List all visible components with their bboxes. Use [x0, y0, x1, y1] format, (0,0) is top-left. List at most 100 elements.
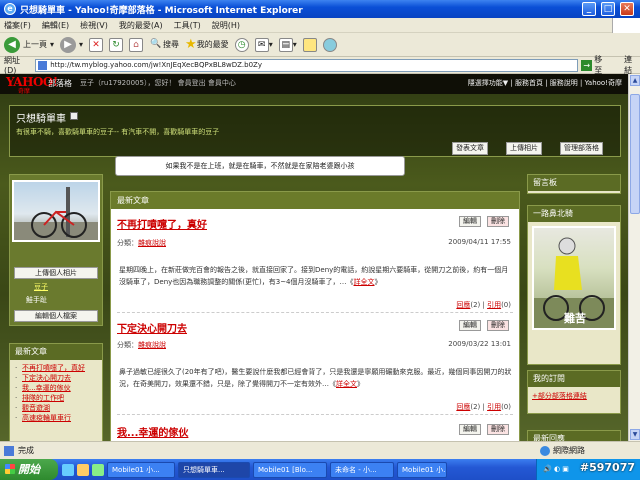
latest-article-link[interactable]: 不再打噴嚏了，真好 — [10, 363, 102, 373]
edit-article-button[interactable]: 編輯 — [459, 424, 481, 435]
blog-tagline: 如果我不是在上班，就是在騎車，不然就是在家陪老婆跟小孩 — [115, 156, 405, 176]
article-title[interactable]: 不再打噴嚏了，真好 — [117, 216, 207, 231]
yahoo-nav[interactable]: 隱選擇功能▼ | 服務首頁 | 服務說明 | Yahoo!奇摩 — [468, 78, 622, 88]
links-button[interactable]: 連結 — [624, 54, 640, 76]
address-input[interactable]: http://tw.myblog.yahoo.com/jw!XnJEqXecBQ… — [35, 58, 579, 72]
go-button[interactable]: → 移至 — [581, 54, 610, 76]
trip-photo[interactable]: 難苦 — [532, 226, 616, 330]
refresh-icon: ↻ — [109, 37, 124, 52]
latest-article-link[interactable]: 下定決心開刀去 — [10, 373, 102, 383]
post-article-button[interactable]: 發表文章 — [452, 142, 488, 155]
quicklaunch-folder-icon[interactable] — [77, 463, 89, 476]
read-more-link[interactable]: 詳全文 — [354, 278, 375, 286]
system-tray: 🔊 ◐ ▣ #597077 — [536, 459, 640, 480]
refresh-button[interactable]: ↻ — [109, 37, 124, 52]
guestbook-link[interactable]: 留言板 — [528, 175, 620, 191]
user-info[interactable]: 豆子（ru17920005），您好！ 會員登出 會員中心 — [80, 78, 236, 88]
taskbar-item[interactable]: Mobile01 小... — [107, 461, 175, 478]
blog-description: 有很車不騎，喜歡騎單車的豆子-- 有汽車不開，喜歡騎單車的豆子 — [16, 128, 220, 136]
delete-article-button[interactable]: 刪除 — [487, 424, 509, 435]
latest-article-link[interactable]: 我...幸運的傢伙 — [10, 383, 102, 393]
menu-view[interactable]: 檢視(V) — [80, 20, 108, 31]
maximize-button[interactable]: □ — [601, 2, 615, 16]
address-url: http://tw.myblog.yahoo.com/jw!XnJEqXecBQ… — [50, 60, 262, 69]
read-more-link[interactable]: 詳全文 — [336, 380, 357, 388]
back-button[interactable]: ◀ 上一頁 ▾ — [4, 36, 54, 53]
article-title[interactable]: 我...幸運的傢伙 — [117, 424, 188, 439]
taskbar-item[interactable]: 只想騎單車... — [178, 461, 250, 478]
manage-blog-button[interactable]: 管理部落格 — [560, 142, 603, 155]
menu-help[interactable]: 說明(H) — [212, 20, 240, 31]
minimize-button[interactable]: _ — [582, 2, 596, 16]
subscribe-header: 我的訂閱 — [528, 371, 620, 387]
watermark: #597077 — [579, 461, 635, 474]
start-button[interactable]: 開始 — [0, 459, 58, 480]
forward-button[interactable]: ▶ ▾ — [60, 36, 83, 53]
taskbar: 開始 Mobile01 小... 只想騎單車... Mobile01 [Blo.… — [0, 459, 640, 480]
address-bar: 網址(D) http://tw.myblog.yahoo.com/jw!XnJE… — [0, 54, 640, 76]
latest-article-link[interactable]: 觀音遊湖 — [10, 403, 102, 413]
edit-article-button[interactable]: 編輯 — [459, 320, 481, 331]
latest-article-link[interactable]: 排隊的工作吧 — [10, 393, 102, 403]
menu-file[interactable]: 檔案(F) — [4, 20, 31, 31]
article-excerpt: 星期四晚上，在新莊做完百會的報告之後，就直接回家了。接到Deny的電話，約說星期… — [119, 266, 509, 286]
status-bar: 完成 網際網路 — [0, 441, 640, 459]
bicycle-photo — [14, 187, 98, 240]
messenger-icon — [322, 37, 337, 52]
article-title[interactable]: 下定決心開刀去 — [117, 320, 187, 335]
zone-indicator: 網際網路 — [540, 445, 585, 456]
notes-button[interactable] — [302, 37, 317, 52]
upload-profile-photo-button[interactable]: 上傳個人相片 — [14, 267, 98, 279]
blog-title: 只想騎單車 — [16, 114, 66, 125]
scroll-thumb[interactable] — [630, 94, 640, 214]
articles-panel: 最新文章 不再打噴嚏了，真好 編輯 刪除 分類：雜痕說說 2009/04/11 … — [110, 191, 520, 441]
edit-article-button[interactable]: 編輯 — [459, 216, 481, 227]
stop-button[interactable]: ✕ — [89, 37, 104, 52]
article-divider — [117, 414, 513, 415]
article-category: 分類：雜痕說說 — [117, 341, 166, 349]
latest-articles-box: 最新文章 不再打噴嚏了，真好 下定決心開刀去 我...幸運的傢伙 排隊的工作吧 … — [9, 343, 103, 441]
mail-icon: ✉ — [254, 37, 269, 52]
subscribe-box: 我的訂閱 +部分部落格連結 — [527, 370, 621, 414]
quicklaunch-desktop-icon[interactable] — [92, 463, 104, 476]
home-button[interactable]: ⌂ — [129, 37, 144, 52]
scroll-up-icon[interactable]: ▲ — [630, 75, 640, 86]
mail-button[interactable]: ✉ ▾ — [254, 37, 273, 52]
menu-bar: 檔案(F) 編輯(E) 檢視(V) 我的最愛(A) 工具(T) 說明(H) — [0, 18, 640, 33]
edit-profile-button[interactable]: 編輯個人檔案 — [14, 310, 98, 322]
edit-icon[interactable] — [70, 112, 78, 120]
tray-icons[interactable]: 🔊 ◐ ▣ — [543, 465, 569, 473]
latest-articles-header: 最新文章 — [10, 344, 102, 360]
print-button[interactable]: ▤ ▾ — [278, 37, 297, 52]
messenger-button[interactable] — [322, 37, 337, 52]
page-viewport: YAHOO! 奇摩 部落格 豆子（ru17920005），您好！ 會員登出 會員… — [0, 74, 628, 441]
article-date: 2009/04/11 17:55 — [448, 238, 511, 246]
menu-tools[interactable]: 工具(T) — [174, 20, 201, 31]
menu-favorites[interactable]: 我的最愛(A) — [119, 20, 163, 31]
quicklaunch-ie-icon[interactable] — [62, 463, 74, 476]
taskbar-item[interactable]: 未命名 - 小... — [330, 461, 394, 478]
taskbar-item[interactable]: Mobile01 小... — [397, 461, 447, 478]
guestbook-box: 留言板 — [527, 174, 621, 194]
taskbar-item[interactable]: Mobile01 [Blo... — [253, 461, 327, 478]
search-button[interactable]: 🔍 搜尋 — [149, 38, 179, 52]
menu-edit[interactable]: 編輯(E) — [42, 20, 69, 31]
windows-logo-icon — [612, 18, 640, 33]
responses-box: 最新回應 — [527, 430, 621, 441]
profile-name[interactable]: 豆子 — [34, 282, 48, 292]
subscribe-link[interactable]: +部分部落格連結 — [528, 387, 620, 405]
search-icon: 🔍 — [150, 38, 162, 49]
close-button[interactable]: ✕ — [620, 2, 634, 16]
go-arrow-icon: → — [581, 59, 593, 71]
window-titlebar: e 只想騎單車 - Yahoo!奇摩部落格 - Microsoft Intern… — [0, 0, 640, 18]
note-icon — [302, 37, 317, 52]
photo-caption: 難苦 — [564, 311, 586, 325]
history-button[interactable]: ◷ — [234, 37, 249, 52]
latest-article-link[interactable]: 高速疫輪單車行 — [10, 413, 102, 423]
vertical-scrollbar[interactable]: ▲ ▼ — [628, 74, 640, 441]
favorites-button[interactable]: ★ 我的最愛 — [185, 37, 229, 52]
delete-article-button[interactable]: 刪除 — [487, 216, 509, 227]
delete-article-button[interactable]: 刪除 — [487, 320, 509, 331]
scroll-down-icon[interactable]: ▼ — [630, 429, 640, 440]
upload-photo-button[interactable]: 上傳相片 — [506, 142, 542, 155]
